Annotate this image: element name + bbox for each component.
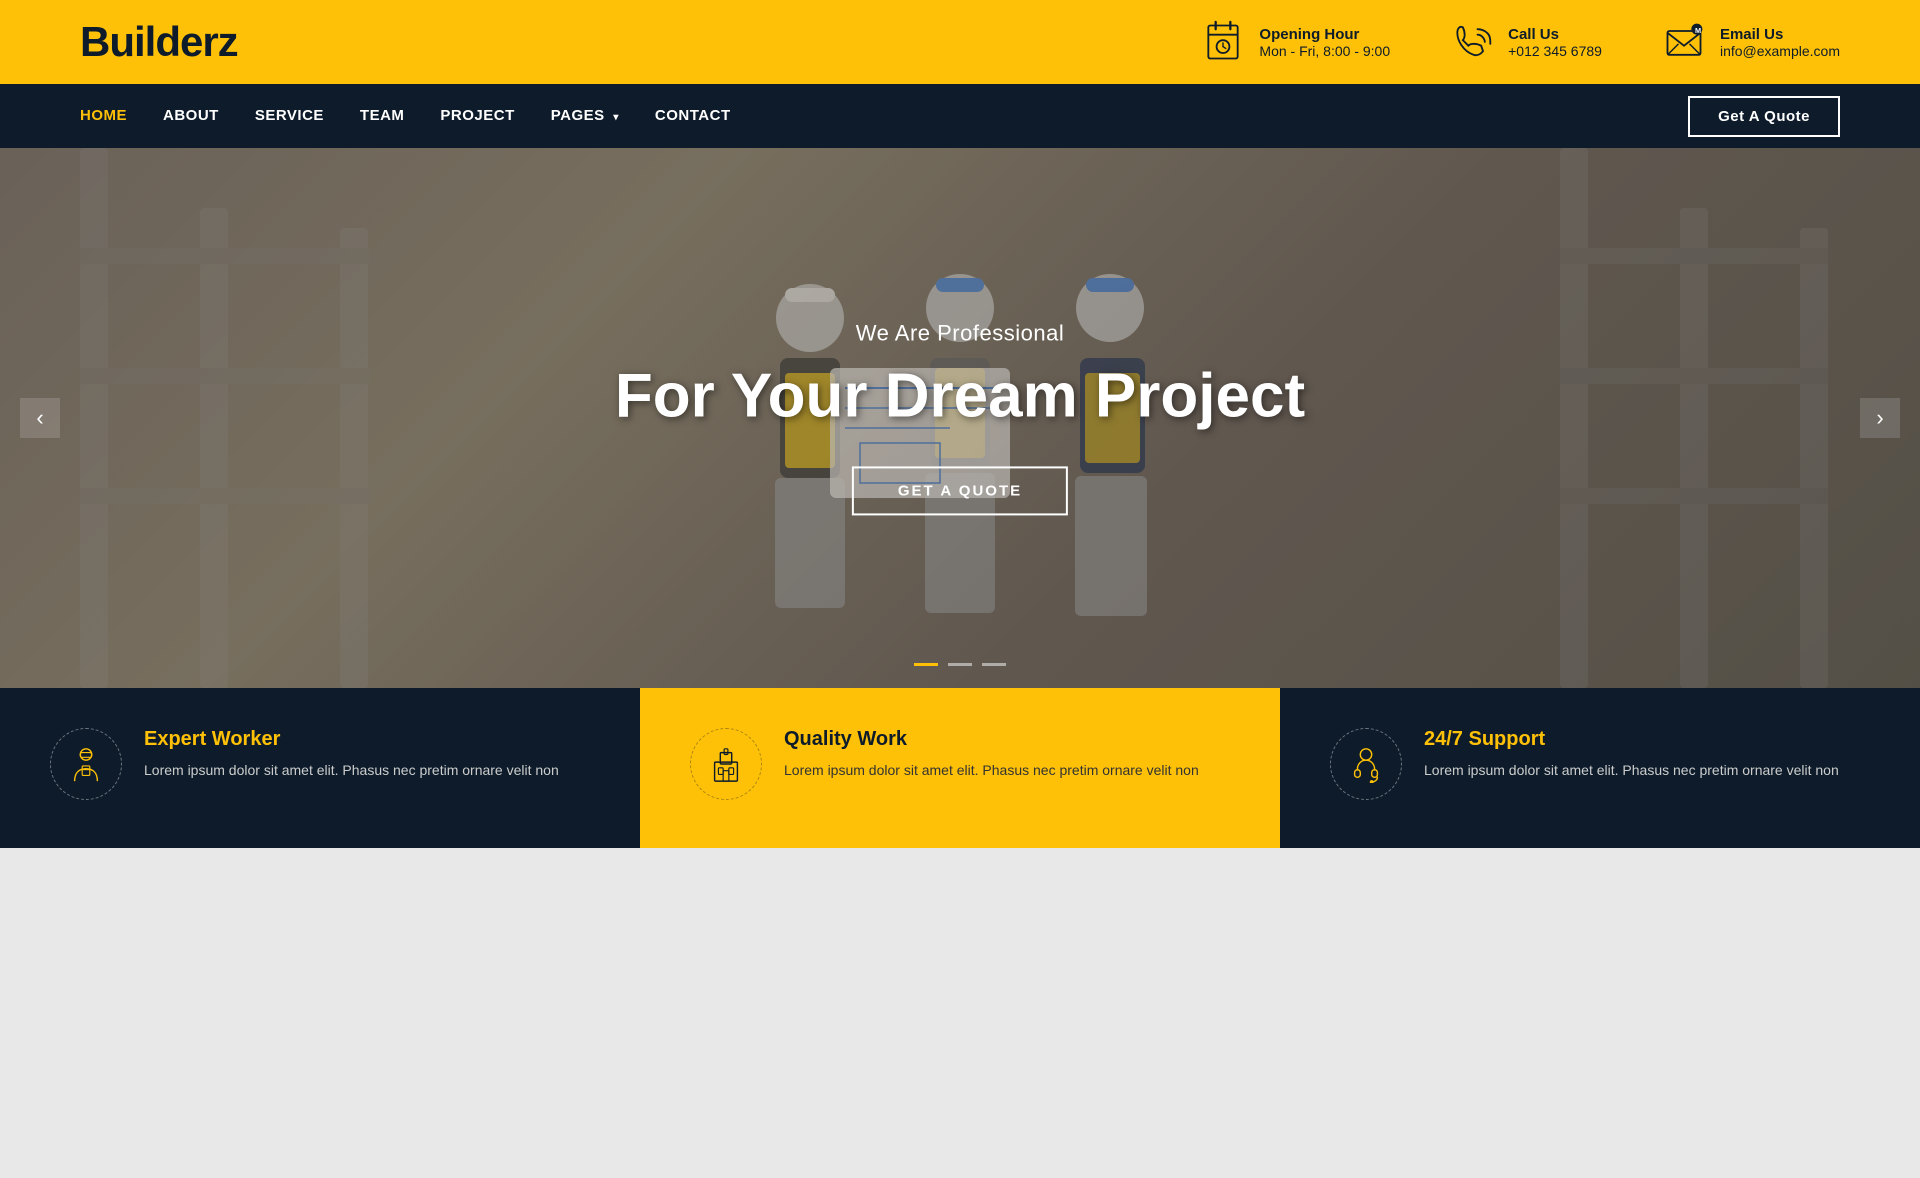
features-section: Expert Worker Lorem ipsum dolor sit amet… [0,688,1920,848]
email-icon: M [1662,20,1706,64]
clock-icon [1201,20,1245,64]
nav-links: HOME ABOUT SERVICE TEAM PROJECT PAGES ▾ … [80,107,1688,125]
call-us-info: Call Us +012 345 6789 [1450,20,1602,64]
hero-subtitle: We Are Professional [615,320,1305,346]
nav-link-project[interactable]: PROJECT [440,107,514,124]
worker-icon [67,745,105,783]
feature-support: 24/7 Support Lorem ipsum dolor sit amet … [1280,688,1920,848]
call-us-value: +012 345 6789 [1508,43,1602,59]
feature-quality-work: Quality Work Lorem ipsum dolor sit amet … [640,688,1280,848]
expert-worker-title: Expert Worker [144,728,559,751]
navbar: HOME ABOUT SERVICE TEAM PROJECT PAGES ▾ … [0,84,1920,148]
hero-title: For Your Dream Project [615,362,1305,430]
carousel-dot-1[interactable] [914,663,938,666]
expert-worker-icon-wrap [50,728,122,800]
nav-item-service[interactable]: SERVICE [255,107,324,125]
call-us-label: Call Us [1508,26,1602,43]
quality-work-title: Quality Work [784,728,1199,751]
nav-item-about[interactable]: ABOUT [163,107,219,125]
pages-dropdown-arrow: ▾ [613,112,619,123]
headset-icon [1347,745,1385,783]
email-us-value: info@example.com [1720,43,1840,59]
support-desc: Lorem ipsum dolor sit amet elit. Phasus … [1424,759,1839,781]
top-bar: Builderz Opening Hour Mon - Fri, 8:00 - … [0,0,1920,84]
nav-link-about[interactable]: ABOUT [163,107,219,124]
nav-item-pages[interactable]: PAGES ▾ [551,107,619,125]
carousel-dots [914,663,1006,666]
feature-expert-worker: Expert Worker Lorem ipsum dolor sit amet… [0,688,640,848]
opening-hour-info: Opening Hour Mon - Fri, 8:00 - 9:00 [1201,20,1390,64]
brand-logo: Builderz [80,18,238,66]
svg-text:M: M [1695,26,1701,35]
nav-link-service[interactable]: SERVICE [255,107,324,124]
hero-section: We Are Professional For Your Dream Proje… [0,148,1920,688]
expert-worker-desc: Lorem ipsum dolor sit amet elit. Phasus … [144,759,559,781]
phone-icon [1450,20,1494,64]
get-quote-nav-button[interactable]: Get A Quote [1688,96,1840,137]
nav-item-home[interactable]: HOME [80,107,127,125]
nav-link-pages[interactable]: PAGES ▾ [551,107,619,124]
nav-link-team[interactable]: TEAM [360,107,405,124]
hero-cta-button[interactable]: GET A QUOTE [852,467,1068,516]
carousel-next-button[interactable]: › [1860,398,1900,438]
carousel-dot-3[interactable] [982,663,1006,666]
nav-link-contact[interactable]: CONTACT [655,107,731,124]
carousel-dot-2[interactable] [948,663,972,666]
hero-content: We Are Professional For Your Dream Proje… [615,320,1305,515]
building-icon [707,745,745,783]
email-us-label: Email Us [1720,26,1840,43]
top-info: Opening Hour Mon - Fri, 8:00 - 9:00 Call… [1201,20,1840,64]
carousel-prev-button[interactable]: ‹ [20,398,60,438]
support-icon-wrap [1330,728,1402,800]
opening-hour-label: Opening Hour [1259,26,1390,43]
nav-item-project[interactable]: PROJECT [440,107,514,125]
email-us-info: M Email Us info@example.com [1662,20,1840,64]
quality-work-desc: Lorem ipsum dolor sit amet elit. Phasus … [784,759,1199,781]
quality-work-icon-wrap [690,728,762,800]
nav-item-team[interactable]: TEAM [360,107,405,125]
opening-hour-value: Mon - Fri, 8:00 - 9:00 [1259,43,1390,59]
nav-item-contact[interactable]: CONTACT [655,107,731,125]
support-title: 24/7 Support [1424,728,1839,751]
nav-link-home[interactable]: HOME [80,107,127,124]
